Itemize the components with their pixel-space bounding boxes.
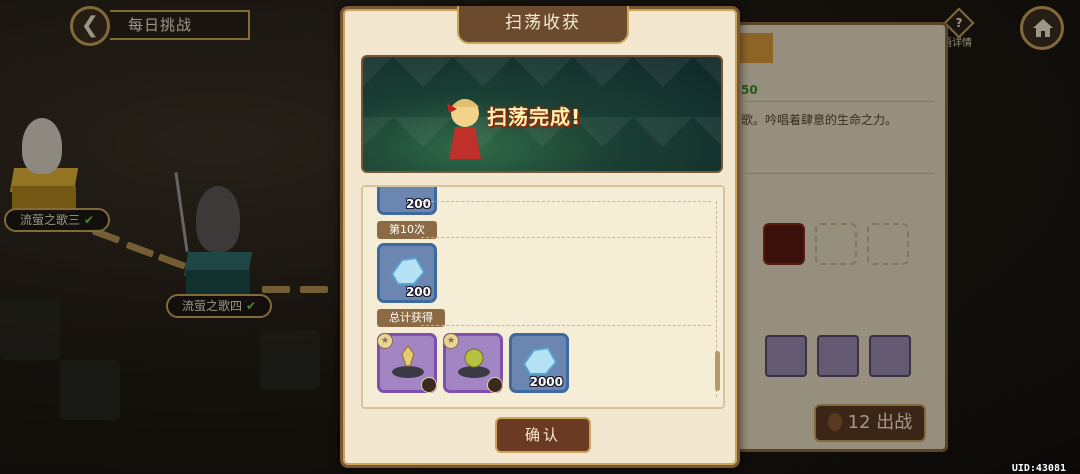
crystal-icon bbox=[522, 346, 558, 375]
reward-item[interactable]: 200 bbox=[377, 243, 437, 303]
divider bbox=[421, 325, 711, 326]
user-id: UID:43081 bbox=[1011, 463, 1066, 474]
ornament-icon bbox=[392, 345, 424, 378]
reward-item-crystal[interactable]: 2000 bbox=[509, 333, 569, 393]
reward-item-ornament-a[interactable]: ★ bbox=[377, 333, 437, 393]
item-quantity: 200 bbox=[405, 285, 431, 299]
item-quantity: 2000 bbox=[529, 375, 563, 389]
girl-character-icon bbox=[447, 99, 481, 159]
divider bbox=[421, 201, 711, 202]
item-quantity: 200 bbox=[405, 197, 431, 211]
crystal-icon bbox=[390, 256, 426, 285]
divider bbox=[421, 237, 711, 238]
reward-item-ornament-b[interactable]: ★ bbox=[443, 333, 503, 393]
boot-icon bbox=[421, 377, 437, 393]
confirm-button[interactable]: 确认 bbox=[495, 417, 591, 453]
dialog-title: 扫荡收获 bbox=[457, 6, 629, 44]
sweep-result-dialog: 扫荡收获 扫荡完成! 200 第10次 200 总计获得 ★ ★ 2000 确认 bbox=[340, 6, 740, 468]
reward-list[interactable]: 200 第10次 200 总计获得 ★ ★ 2000 bbox=[361, 185, 725, 409]
sweep-complete-text: 扫荡完成! bbox=[487, 105, 582, 129]
reward-item[interactable]: 200 bbox=[377, 187, 437, 215]
ornament-icon bbox=[458, 348, 490, 378]
sweep-banner: 扫荡完成! bbox=[361, 55, 723, 173]
boot-icon bbox=[487, 377, 503, 393]
scrollbar[interactable] bbox=[715, 351, 720, 391]
